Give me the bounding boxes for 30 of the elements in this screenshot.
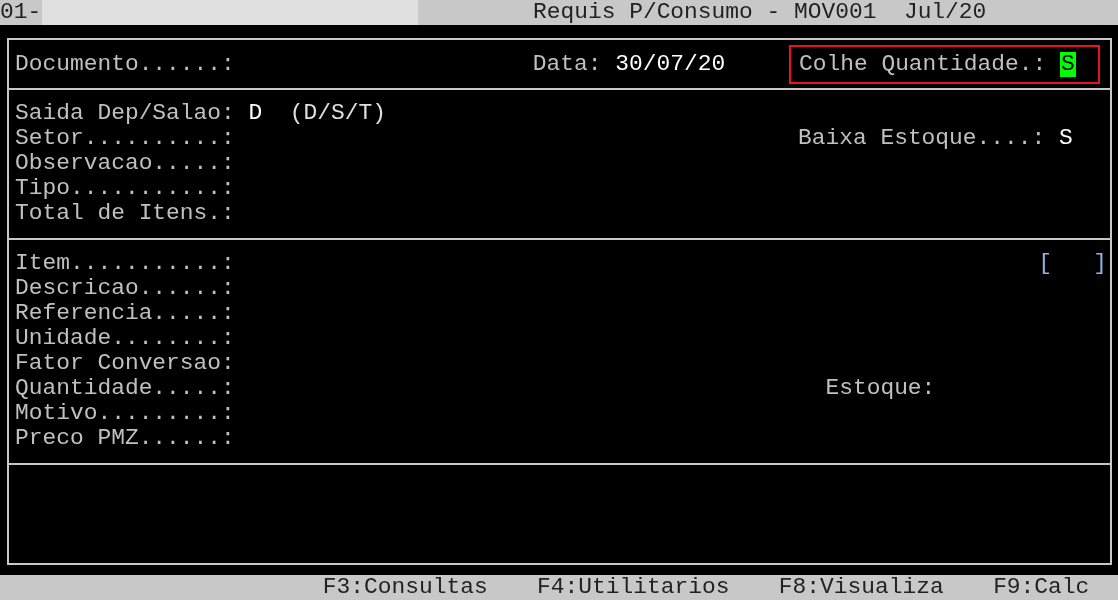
function-key[interactable]: F3:Consultas xyxy=(322,575,488,600)
function-key[interactable]: F8:Visualiza xyxy=(778,575,944,600)
field-label: Baixa Estoque....: xyxy=(798,126,1046,151)
field-label: Documento......: xyxy=(15,51,236,77)
function-key[interactable]: F4:Utilitarios xyxy=(537,575,730,600)
field-label: Quantidade.....: xyxy=(15,376,235,401)
field-label: Observacao.....: xyxy=(15,151,235,176)
field-label: Colhe Quantidade.: xyxy=(798,51,1047,77)
item-input-field[interactable]: [ ] xyxy=(1038,251,1110,276)
field-hint: (D/S/T) xyxy=(289,101,386,126)
field-label: Data: xyxy=(532,51,602,77)
field-label: Unidade........: xyxy=(15,326,235,351)
terminal-id: 01- xyxy=(0,0,42,25)
field-value: S xyxy=(1059,126,1073,151)
field-label: Preco PMZ......: xyxy=(15,426,235,451)
input-field[interactable]: S xyxy=(1059,51,1076,77)
field-label: Estoque: xyxy=(825,376,936,401)
screen-title: Requis P/Consumo - MOV001 Jul/20 xyxy=(533,0,987,25)
field-label: Referencia.....: xyxy=(15,301,235,326)
field-value: D xyxy=(248,101,263,126)
field-label: Total de Itens.: xyxy=(15,201,235,226)
field-label: Saida Dep/Salao: xyxy=(15,101,235,126)
field-label: Descricao......: xyxy=(15,276,235,301)
field-label: Setor..........: xyxy=(15,126,235,151)
field-label: Tipo...........: xyxy=(15,176,235,201)
field-label: Motivo.........: xyxy=(15,401,235,426)
date-value: 30/07/20 xyxy=(615,51,726,77)
field-label: Fator Conversao: xyxy=(15,351,235,376)
field-label: Item...........: xyxy=(15,251,235,276)
function-key[interactable]: F9:Calc xyxy=(993,575,1090,600)
